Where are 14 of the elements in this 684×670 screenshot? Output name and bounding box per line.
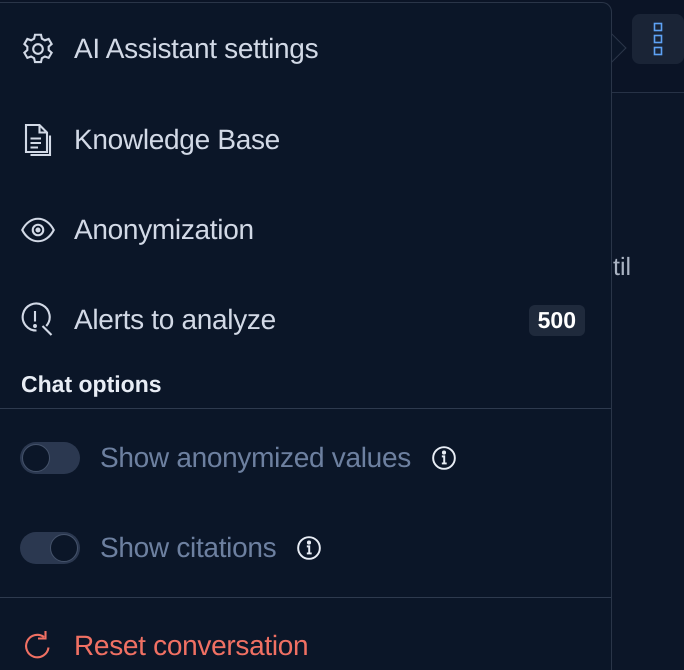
toggle-label: Show citations: [100, 532, 276, 564]
section-title: Chat options: [0, 365, 611, 409]
info-icon[interactable]: [430, 445, 457, 471]
count-badge: 500: [528, 304, 585, 336]
more-options-button[interactable]: [632, 14, 684, 64]
reset-button[interactable]: Reset conversation: [0, 598, 611, 670]
menu-item[interactable]: Anonymization: [0, 185, 611, 275]
menu-item[interactable]: AI Assistant settings: [0, 3, 611, 95]
background-text: til: [612, 253, 632, 282]
info-icon[interactable]: [296, 535, 322, 561]
toggle-label: Show anonymized values: [100, 442, 411, 474]
menu-item[interactable]: Knowledge Base: [0, 95, 611, 185]
menu-item[interactable]: Alerts to analyze: [74, 304, 276, 336]
more-icon: [653, 22, 663, 56]
